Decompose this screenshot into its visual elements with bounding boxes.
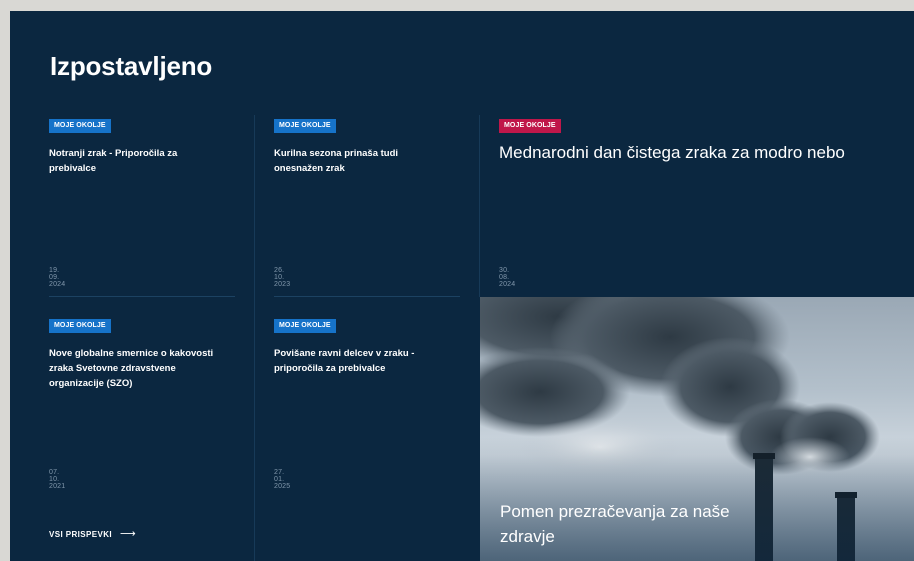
arrow-right-icon: ⟶ xyxy=(120,528,137,540)
article-date: 19. 09. 2024 xyxy=(49,267,66,288)
featured-article-title-link[interactable]: Pomen prezračevanja za naše zdravje xyxy=(500,499,740,549)
article-title-link[interactable]: Kurilna sezona prinaša tudi onesnažen zr… xyxy=(274,146,449,176)
article-title-link[interactable]: Povišane ravni delcev v zraku - priporoč… xyxy=(274,346,449,376)
category-badge[interactable]: MOJE OKOLJE xyxy=(49,319,111,333)
column-divider xyxy=(479,115,480,297)
all-posts-label: VSI PRISPEVKI xyxy=(49,530,112,539)
all-posts-link[interactable]: VSI PRISPEVKI ⟶ xyxy=(49,527,136,540)
row-divider xyxy=(49,296,235,297)
featured-section: Izpostavljeno MOJE OKOLJE Notranji zrak … xyxy=(10,11,914,561)
category-badge[interactable]: MOJE OKOLJE xyxy=(274,119,336,133)
section-title: Izpostavljeno xyxy=(50,51,213,81)
article-date: 27. 01. 2025 xyxy=(274,469,291,490)
category-badge[interactable]: MOJE OKOLJE xyxy=(499,119,561,133)
article-date: 30. 08. 2024 xyxy=(499,267,516,288)
article-title-link[interactable]: Mednarodni dan čistega zraka za modro ne… xyxy=(499,141,899,165)
column-divider xyxy=(254,115,255,561)
article-title-link[interactable]: Nove globalne smernice o kakovosti zraka… xyxy=(49,346,224,391)
article-date: 07. 10. 2021 xyxy=(49,469,66,490)
category-badge[interactable]: MOJE OKOLJE xyxy=(274,319,336,333)
article-date: 26. 10. 2023 xyxy=(274,267,291,288)
article-title-link[interactable]: Notranji zrak - Priporočila za prebivalc… xyxy=(49,146,224,176)
category-badge[interactable]: MOJE OKOLJE xyxy=(49,119,111,133)
row-divider xyxy=(274,296,460,297)
featured-image-card[interactable]: Pomen prezračevanja za naše zdravje xyxy=(480,297,914,561)
